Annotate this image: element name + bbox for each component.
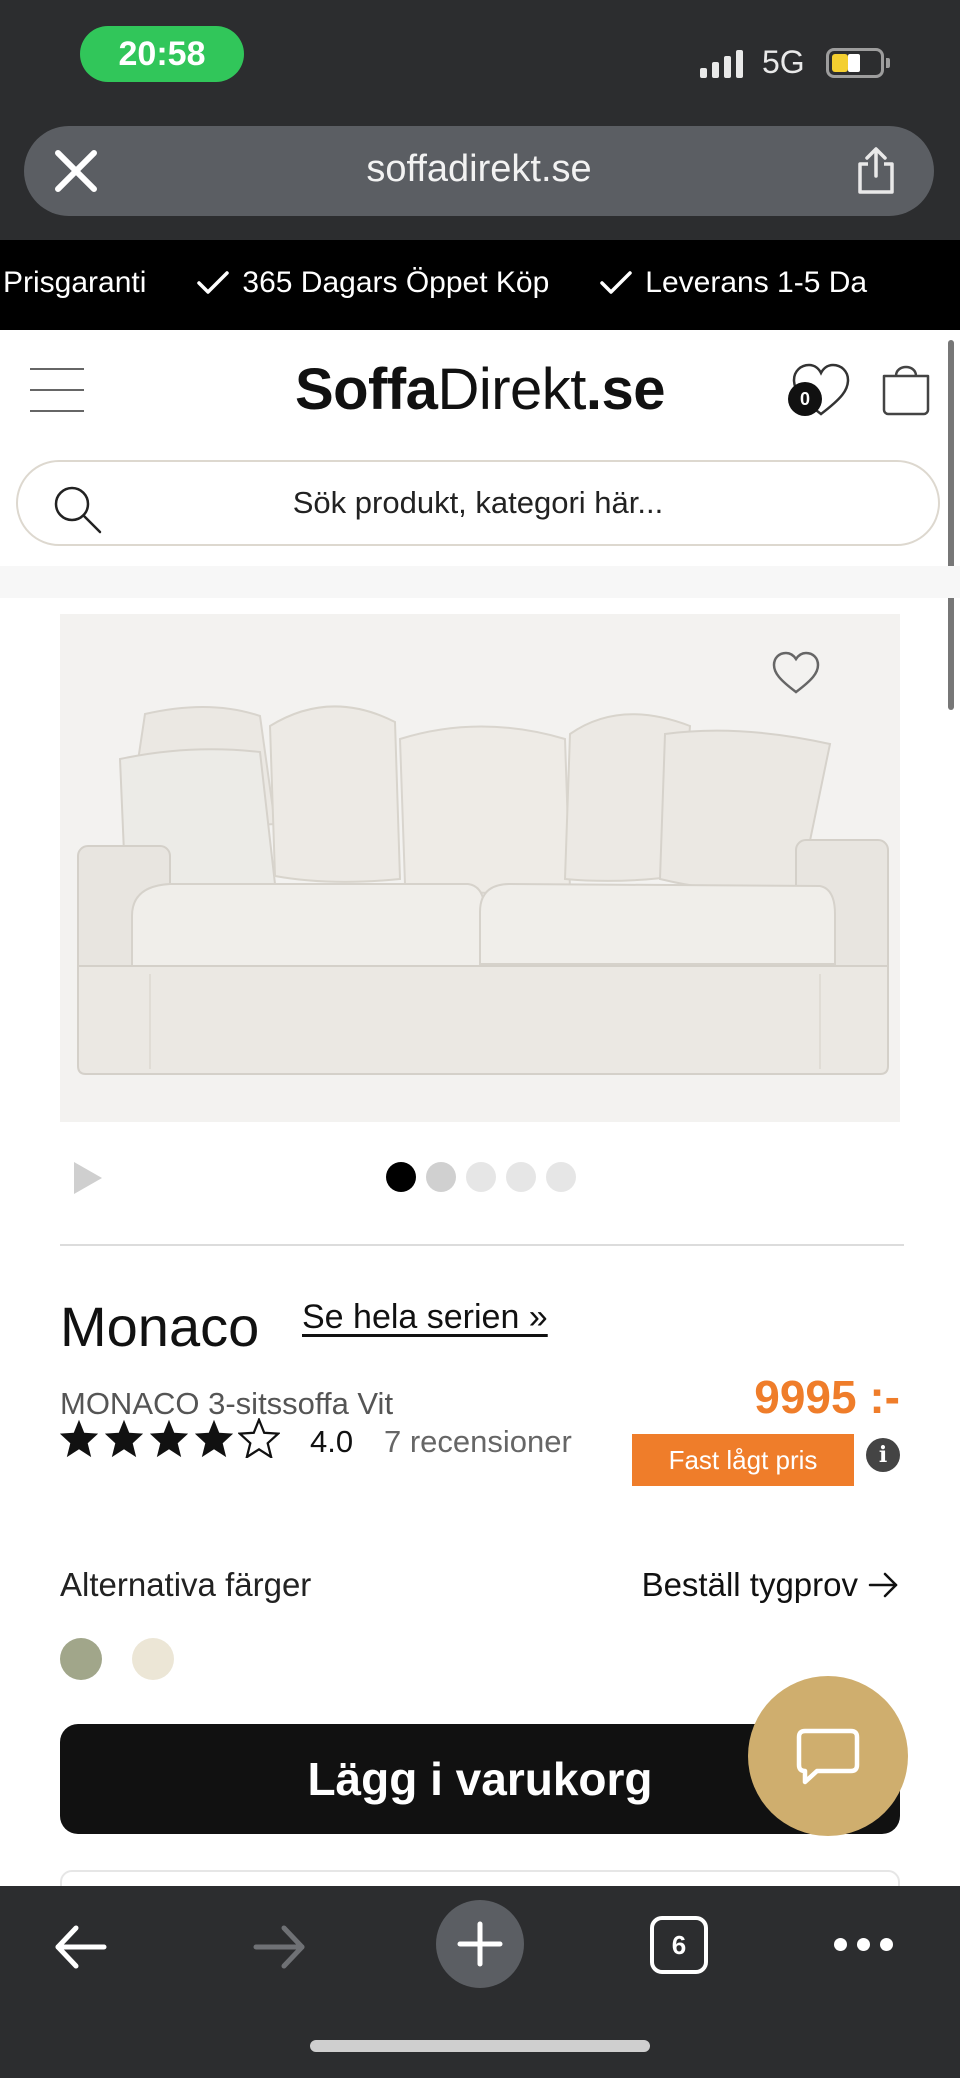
color-swatch-green[interactable] <box>60 1638 102 1680</box>
alt-colors-label: Alternativa färger <box>60 1566 312 1603</box>
network-type: 5G <box>762 44 805 80</box>
info-icon[interactable]: i <box>866 1438 900 1472</box>
gallery-dot[interactable] <box>546 1162 576 1192</box>
battery-tip <box>886 58 890 68</box>
chat-bubble-icon <box>796 1728 860 1785</box>
star-filled-icon <box>149 1419 189 1458</box>
promo-strip: Prisgaranti 365 Dagars Öppet Köp Leveran… <box>0 240 960 330</box>
cart-icon[interactable] <box>878 358 934 418</box>
gallery-dot[interactable] <box>386 1162 416 1192</box>
tabs-count-button[interactable]: 6 <box>650 1916 708 1974</box>
share-icon[interactable] <box>854 146 898 196</box>
site-header: SoffaDirekt.se 0 <box>0 330 960 450</box>
chat-button[interactable] <box>748 1676 908 1836</box>
divider <box>60 1244 904 1246</box>
favorite-heart-icon[interactable] <box>770 650 822 696</box>
series-link[interactable]: Se hela serien » <box>302 1298 548 1337</box>
star-empty-icon <box>238 1418 280 1458</box>
browser-toolbar: 6 <box>0 1886 960 2078</box>
play-video-icon[interactable] <box>70 1160 106 1196</box>
more-options-icon[interactable] <box>834 1938 893 1951</box>
checkmark-icon <box>600 271 633 294</box>
order-sample-label: Beställ tygprov <box>641 1566 858 1603</box>
search-bar[interactable]: Sök produkt, kategori här... <box>16 460 940 546</box>
product-price: 9995 :- <box>754 1371 900 1423</box>
product-subtitle: MONACO 3-sitssoffa Vit <box>60 1386 394 1421</box>
promo-item: 365 Dagars Öppet Köp <box>196 266 549 300</box>
gallery-dots <box>386 1162 576 1192</box>
url-text[interactable]: soffadirekt.se <box>24 148 934 191</box>
forward-arrow-icon[interactable] <box>252 1922 308 1972</box>
order-sample-link[interactable]: Beställ tygprov <box>642 1566 900 1604</box>
promo-item: Leverans 1-5 Da <box>599 266 867 300</box>
checkmark-icon <box>197 271 230 294</box>
status-time: 20:58 <box>80 26 244 82</box>
battery-icon <box>826 48 884 78</box>
signal-icon <box>700 48 743 78</box>
gallery-dot[interactable] <box>426 1162 456 1192</box>
gallery-dot[interactable] <box>506 1162 536 1192</box>
promo-item: Prisgaranti <box>3 266 147 299</box>
star-filled-icon <box>59 1419 99 1458</box>
new-tab-button[interactable] <box>436 1900 524 1988</box>
star-filled-icon <box>194 1419 234 1458</box>
rating-value: 4.0 <box>310 1424 354 1459</box>
section-separator <box>0 566 960 598</box>
color-swatch-beige[interactable] <box>132 1638 174 1680</box>
wishlist-count-badge: 0 <box>788 382 822 416</box>
search-placeholder[interactable]: Sök produkt, kategori här... <box>18 485 938 521</box>
gallery-dot[interactable] <box>466 1162 496 1192</box>
rating-stars[interactable] <box>58 1418 280 1458</box>
product-name: Monaco <box>60 1295 260 1358</box>
product-page: SoffaDirekt.se 0 Sök produkt, kategori h… <box>0 330 960 1886</box>
next-section-card <box>60 1870 900 1886</box>
price-badge: Fast lågt pris <box>632 1434 854 1486</box>
star-filled-icon <box>104 1419 144 1458</box>
plus-icon <box>457 1921 503 1967</box>
home-indicator[interactable] <box>310 2040 650 2052</box>
back-arrow-icon[interactable] <box>52 1922 108 1972</box>
url-bar[interactable]: soffadirekt.se <box>24 126 934 216</box>
reviews-link[interactable]: 7 recensioner <box>384 1424 572 1460</box>
status-bar: 20:58 5G <box>0 0 960 118</box>
arrow-right-icon <box>868 1572 898 1598</box>
